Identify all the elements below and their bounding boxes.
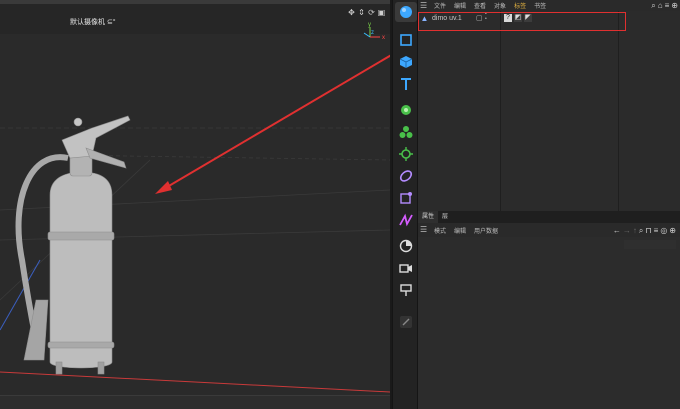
text-tool-button[interactable]: [395, 74, 417, 94]
attributes-body: [418, 237, 680, 409]
cloner-icon: [399, 126, 413, 138]
app-window: 默认摄像机 ⊆° ✥ ⇕ ⟳ ▣ y z x ☰ 文件 编辑 查看 对象 标签 …: [0, 0, 680, 409]
search-icon[interactable]: ⌕: [639, 226, 643, 235]
menu-tags[interactable]: 标签: [514, 1, 526, 10]
sphere-tool-button[interactable]: [395, 2, 417, 22]
column-divider: [618, 11, 619, 211]
deformer-icon: [399, 170, 413, 182]
edit-tool-button[interactable]: [395, 312, 417, 332]
menu-view[interactable]: 查看: [474, 1, 486, 10]
tab-layers[interactable]: 层: [438, 211, 452, 223]
viewport-status-bar: [0, 395, 390, 409]
add-icon[interactable]: ⊕: [669, 226, 676, 235]
column-divider: [500, 11, 501, 211]
up-arrow-icon[interactable]: ↑: [633, 226, 637, 235]
3d-viewport[interactable]: 默认摄像机 ⊆° ✥ ⇕ ⟳ ▣ y z x: [0, 0, 390, 409]
annotation-arrow: [155, 54, 390, 194]
camera-tool-button[interactable]: [395, 258, 417, 278]
cube-tool-button[interactable]: [395, 52, 417, 72]
settings-icon[interactable]: ◎: [660, 226, 667, 235]
axis-label-x: x: [382, 35, 385, 41]
annotation-highlight-box: [418, 12, 626, 31]
cube-icon: [399, 56, 413, 68]
panel-top-icons: ⌕ ⌂ ≡ ⊕: [651, 1, 678, 10]
home-icon[interactable]: ⌂: [658, 1, 663, 10]
generator-tool-button[interactable]: [395, 100, 417, 120]
object-manager-panel: ☰ 文件 编辑 查看 对象 标签 书签 ⌕ ⌂ ≡ ⊕ ▲ dimo uv.1 …: [418, 0, 680, 409]
attributes-nav-icons: ← → ↑ ⌕ ⊓ ≡ ◎ ⊕: [613, 226, 676, 235]
filter-icon[interactable]: ≡: [665, 1, 670, 10]
light-icon: [400, 284, 412, 296]
axis-label-z: z: [371, 30, 374, 36]
hamburger-icon[interactable]: ☰: [420, 1, 430, 10]
filter-icon[interactable]: ≡: [654, 226, 659, 235]
back-arrow-icon[interactable]: ←: [613, 226, 621, 235]
spline-tool-button[interactable]: [395, 210, 417, 230]
menu-edit[interactable]: 编辑: [454, 1, 466, 10]
menu-bookmarks[interactable]: 书签: [534, 1, 546, 10]
fire-extinguisher-model: [15, 115, 131, 375]
attributes-field[interactable]: [624, 240, 676, 249]
viewport-scene: y z x: [0, 22, 390, 393]
lock-icon[interactable]: ⊓: [645, 226, 651, 235]
tools-toolbar: [392, 0, 418, 409]
menu-file[interactable]: 文件: [434, 1, 446, 10]
scene-tool-button[interactable]: [395, 236, 417, 256]
camera-icon: [399, 264, 412, 273]
effector-tool-button[interactable]: [395, 144, 417, 164]
field-icon: [400, 192, 412, 204]
menu-attr-edit[interactable]: 编辑: [454, 226, 466, 235]
deformer-tool-button[interactable]: [395, 166, 417, 186]
field-tool-button[interactable]: [395, 188, 417, 208]
object-manager-menu: ☰ 文件 编辑 查看 对象 标签 书签 ⌕ ⌂ ≡ ⊕: [418, 0, 680, 11]
menu-object[interactable]: 对象: [494, 1, 506, 10]
hamburger-icon[interactable]: ☰: [420, 226, 430, 234]
axis-gizmo: y z x: [363, 22, 385, 41]
light-tool-button[interactable]: [395, 280, 417, 300]
x-axis-line: [0, 371, 390, 393]
search-icon[interactable]: ⌕: [651, 1, 655, 10]
menu-mode[interactable]: 模式: [434, 226, 446, 235]
forward-arrow-icon[interactable]: →: [623, 226, 631, 235]
effector-icon: [399, 147, 413, 161]
pencil-icon: [400, 316, 412, 328]
cloner-tool-button[interactable]: [395, 122, 417, 142]
rectangle-tool-button[interactable]: [395, 30, 417, 50]
axis-label-y: y: [368, 22, 371, 28]
scene-icon: [399, 239, 413, 253]
menu-user-data[interactable]: 用户数据: [474, 226, 498, 235]
spline-icon: [399, 213, 413, 227]
rectangle-icon: [400, 34, 412, 46]
tab-attributes[interactable]: 属性: [418, 211, 439, 223]
text-icon: [401, 78, 411, 90]
object-list[interactable]: ▲ dimo uv.1 ▢ • • ? ◩ ◤: [418, 11, 680, 211]
sphere-icon: [400, 6, 412, 18]
generator-icon: [401, 105, 411, 115]
add-icon[interactable]: ⊕: [671, 1, 678, 10]
attributes-tabs: 属性 层: [418, 211, 680, 223]
